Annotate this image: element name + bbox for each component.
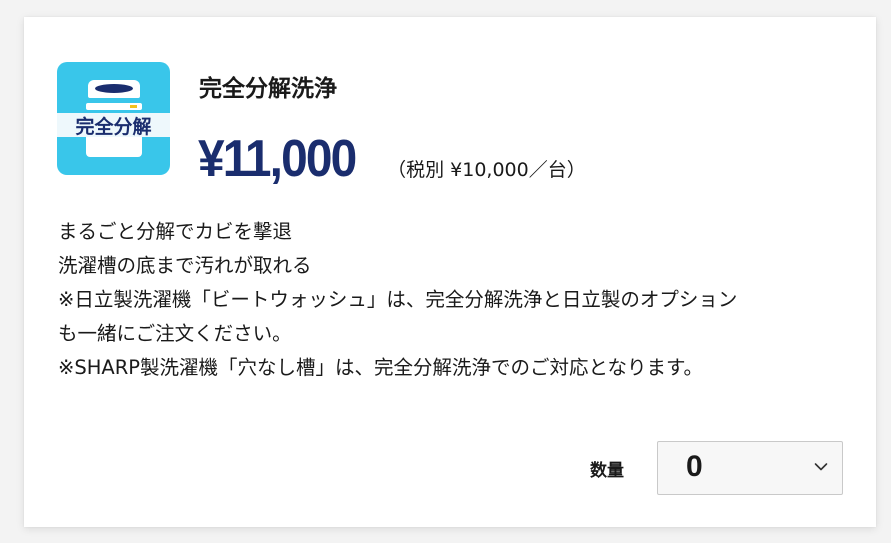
washing-tub-lid-icon	[88, 80, 140, 98]
washing-tub-rim-icon	[86, 103, 142, 110]
quantity-value: 0	[686, 450, 703, 483]
product-card: 完全分解 完全分解洗浄 ¥11,000 （税別 ¥10,000／台） まるごと分…	[24, 17, 876, 527]
quantity-label: 数量	[590, 461, 624, 481]
product-thumbnail: 完全分解	[57, 62, 170, 175]
description-line: 洗濯槽の底まで汚れが取れる	[58, 254, 312, 277]
tax-note: （税別 ¥10,000／台）	[387, 159, 586, 181]
product-description: まるごと分解でカビを撃退 洗濯槽の底まで汚れが取れる ※日立製洗濯機「ビートウォ…	[58, 215, 858, 385]
product-title: 完全分解洗浄	[199, 76, 337, 102]
description-line: ※日立製洗濯機「ビートウォッシュ」は、完全分解洗浄と日立製のオプション	[58, 288, 738, 311]
description-line: まるごと分解でカビを撃退	[58, 220, 293, 243]
chevron-down-icon	[814, 463, 828, 471]
washing-tub-body-icon	[86, 137, 142, 157]
quantity-select[interactable]: 0	[657, 441, 843, 495]
description-line: ※SHARP製洗濯機「穴なし槽」は、完全分解洗浄でのご対応となります。	[58, 356, 703, 379]
product-price: ¥11,000	[198, 130, 357, 188]
description-line: も一緒にご注文ください。	[58, 322, 292, 345]
price-row: ¥11,000 （税別 ¥10,000／台）	[198, 129, 586, 189]
thumbnail-label: 完全分解	[57, 113, 170, 138]
